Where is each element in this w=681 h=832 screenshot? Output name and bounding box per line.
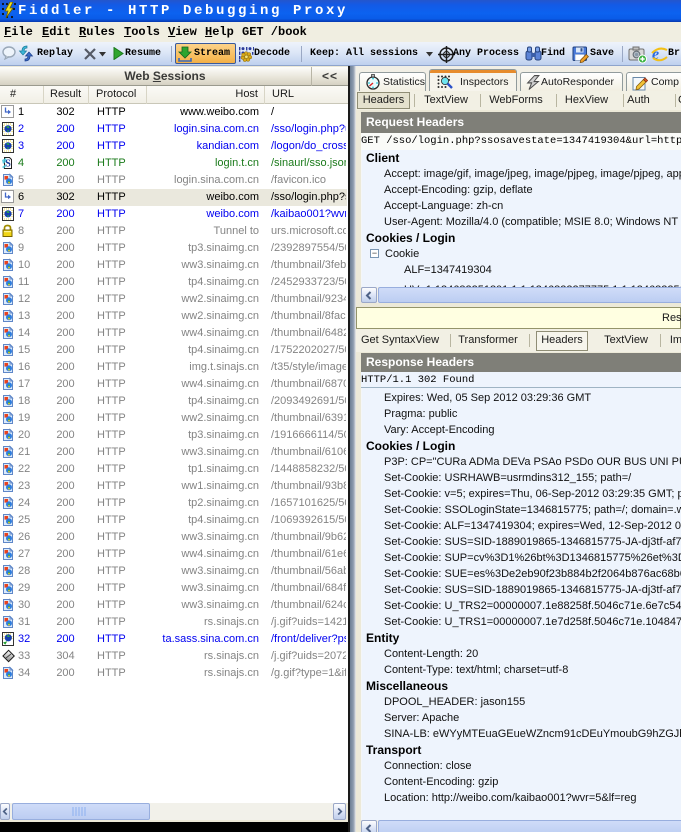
svg-text:S: S <box>5 159 11 170</box>
